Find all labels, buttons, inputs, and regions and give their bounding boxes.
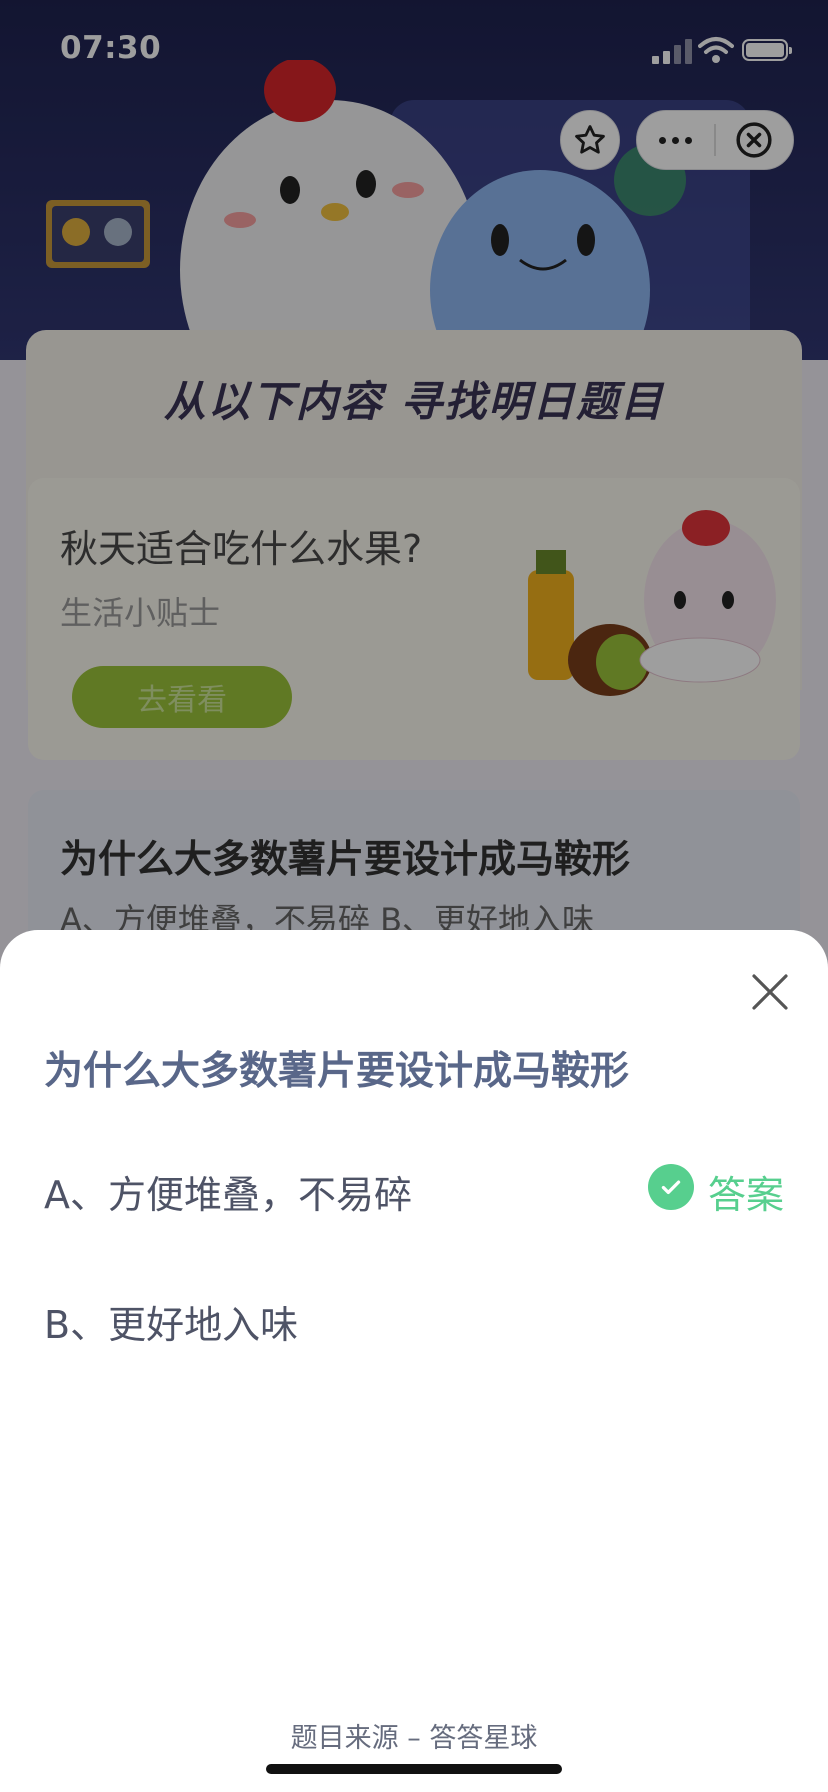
sheet-question: 为什么大多数薯片要设计成马鞍形 [44,1049,630,1094]
option-b[interactable]: B、更好地入味 [44,1294,298,1349]
close-icon[interactable] [748,970,792,1014]
home-indicator[interactable] [266,1764,562,1774]
check-icon [648,1164,694,1210]
answer-label: 答案 [708,1173,785,1217]
option-a[interactable]: A、方便堆叠，不易碎 [44,1164,412,1219]
question-source: 题目来源 – 答答星球 [290,1723,538,1754]
